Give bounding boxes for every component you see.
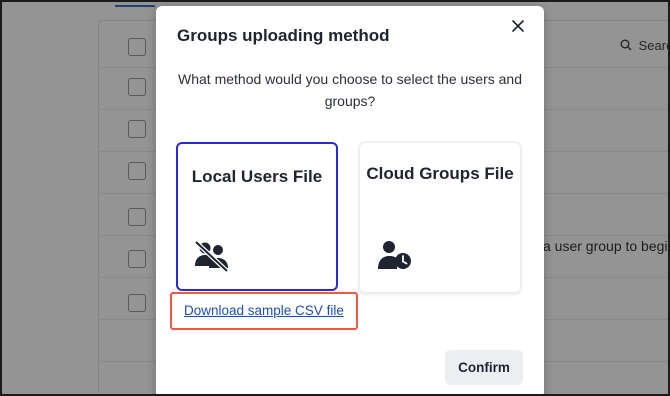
dialog-question: What method would you choose to select t… [178,71,522,109]
local-users-file-option[interactable]: Local Users File [176,142,338,291]
upload-method-dialog: Groups uploading method What method woul… [156,6,544,394]
dialog-title: Groups uploading method [177,26,390,45]
confirm-button[interactable]: Confirm [445,350,523,385]
cloud-groups-file-option[interactable]: Cloud Groups File [359,142,521,293]
user-clock-icon [377,239,413,276]
close-button[interactable] [506,16,530,40]
option-label: Local Users File [191,167,323,186]
option-label: Cloud Groups File [366,164,514,183]
users-slash-icon [194,240,230,277]
close-icon [511,19,525,38]
screenshot-frame: Search a user group to begi Groups uploa… [0,0,670,396]
download-sample-csv-link[interactable]: Download sample CSV file [184,303,344,318]
